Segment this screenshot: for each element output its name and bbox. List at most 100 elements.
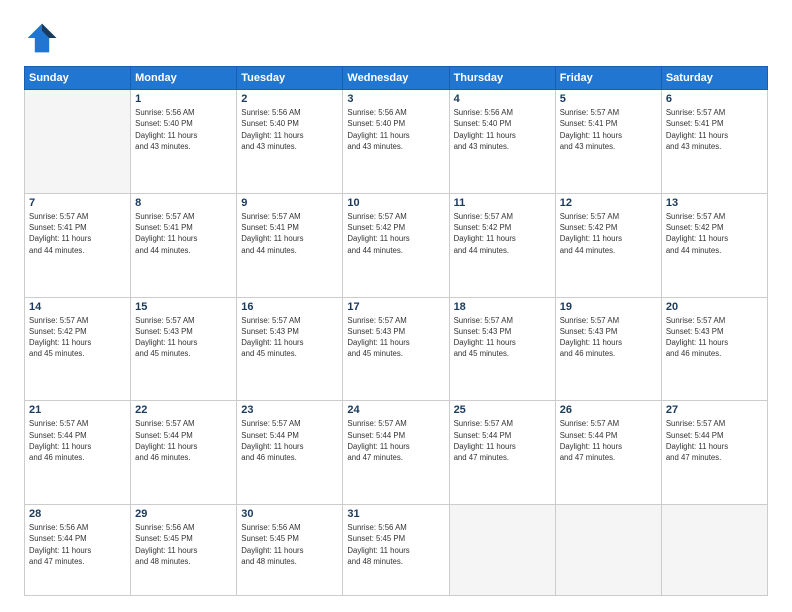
day-info: Sunrise: 5:57 AM Sunset: 5:44 PM Dayligh… (135, 418, 232, 463)
calendar-cell (555, 505, 661, 596)
calendar-cell: 10 Sunrise: 5:57 AM Sunset: 5:42 PM Dayli… (343, 193, 449, 297)
day-number: 26 (560, 404, 657, 416)
calendar-cell: 17 Sunrise: 5:57 AM Sunset: 5:43 PM Dayli… (343, 297, 449, 401)
week-row-1: 1 Sunrise: 5:56 AM Sunset: 5:40 PM Daylig… (25, 90, 768, 194)
calendar-cell: 25 Sunrise: 5:57 AM Sunset: 5:44 PM Dayli… (449, 401, 555, 505)
weekday-header-row: SundayMondayTuesdayWednesdayThursdayFrid… (25, 67, 768, 90)
page: SundayMondayTuesdayWednesdayThursdayFrid… (0, 0, 792, 612)
day-number: 25 (454, 404, 551, 416)
day-number: 12 (560, 197, 657, 209)
day-number: 9 (241, 197, 338, 209)
week-row-5: 28Sunrise: 5:56 AM Sunset: 5:44 PM Dayli… (25, 505, 768, 596)
logo-icon (24, 20, 60, 56)
week-row-2: 7 Sunrise: 5:57 AM Sunset: 5:41 PM Daylig… (25, 193, 768, 297)
day-number: 8 (135, 197, 232, 209)
day-number: 16 (241, 301, 338, 313)
calendar-cell: 1 Sunrise: 5:56 AM Sunset: 5:40 PM Daylig… (131, 90, 237, 194)
calendar-cell: 12 Sunrise: 5:57 AM Sunset: 5:42 PM Dayli… (555, 193, 661, 297)
day-info: Sunrise: 5:56 AM Sunset: 5:40 PM Dayligh… (135, 107, 232, 152)
calendar-cell: 13 Sunrise: 5:57 AM Sunset: 5:42 PM Dayli… (661, 193, 767, 297)
week-row-4: 21 Sunrise: 5:57 AM Sunset: 5:44 PM Dayli… (25, 401, 768, 505)
day-number: 31 (347, 508, 444, 520)
day-info: Sunrise: 5:56 AM Sunset: 5:45 PM Dayligh… (347, 522, 444, 567)
day-info: Sunrise: 5:57 AM Sunset: 5:44 PM Dayligh… (454, 418, 551, 463)
calendar-cell: 2 Sunrise: 5:56 AM Sunset: 5:40 PM Daylig… (237, 90, 343, 194)
calendar-cell: 15 Sunrise: 5:57 AM Sunset: 5:43 PM Dayli… (131, 297, 237, 401)
calendar-cell: 23 Sunrise: 5:57 AM Sunset: 5:44 PM Dayli… (237, 401, 343, 505)
day-info: Sunrise: 5:57 AM Sunset: 5:43 PM Dayligh… (135, 315, 232, 360)
day-number: 2 (241, 93, 338, 105)
weekday-header-monday: Monday (131, 67, 237, 90)
day-number: 14 (29, 301, 126, 313)
day-number: 13 (666, 197, 763, 209)
day-info: Sunrise: 5:56 AM Sunset: 5:40 PM Dayligh… (347, 107, 444, 152)
day-info: Sunrise: 5:56 AM Sunset: 5:44 PM Dayligh… (29, 522, 126, 567)
calendar-cell: 29 Sunrise: 5:56 AM Sunset: 5:45 PM Dayli… (131, 505, 237, 596)
calendar-cell: 22 Sunrise: 5:57 AM Sunset: 5:44 PM Dayli… (131, 401, 237, 505)
day-number: 18 (454, 301, 551, 313)
day-number: 20 (666, 301, 763, 313)
day-info: Sunrise: 5:57 AM Sunset: 5:41 PM Dayligh… (666, 107, 763, 152)
day-number: 22 (135, 404, 232, 416)
day-number: 29 (135, 508, 232, 520)
calendar-cell: 30 Sunrise: 5:56 AM Sunset: 5:45 PM Dayli… (237, 505, 343, 596)
day-info: Sunrise: 5:57 AM Sunset: 5:43 PM Dayligh… (560, 315, 657, 360)
calendar-cell: 21 Sunrise: 5:57 AM Sunset: 5:44 PM Dayli… (25, 401, 131, 505)
day-info: Sunrise: 5:57 AM Sunset: 5:42 PM Dayligh… (347, 211, 444, 256)
day-number: 6 (666, 93, 763, 105)
calendar-cell: 19 Sunrise: 5:57 AM Sunset: 5:43 PM Dayli… (555, 297, 661, 401)
calendar-cell: 11Sunrise: 5:57 AM Sunset: 5:42 PM Dayli… (449, 193, 555, 297)
calendar-cell: 18Sunrise: 5:57 AM Sunset: 5:43 PM Dayli… (449, 297, 555, 401)
day-info: Sunrise: 5:57 AM Sunset: 5:41 PM Dayligh… (29, 211, 126, 256)
day-info: Sunrise: 5:57 AM Sunset: 5:42 PM Dayligh… (666, 211, 763, 256)
calendar-cell (449, 505, 555, 596)
weekday-header-wednesday: Wednesday (343, 67, 449, 90)
day-info: Sunrise: 5:57 AM Sunset: 5:43 PM Dayligh… (241, 315, 338, 360)
day-info: Sunrise: 5:57 AM Sunset: 5:44 PM Dayligh… (347, 418, 444, 463)
calendar-cell (661, 505, 767, 596)
calendar-cell: 20Sunrise: 5:57 AM Sunset: 5:43 PM Dayli… (661, 297, 767, 401)
calendar-cell: 28Sunrise: 5:56 AM Sunset: 5:44 PM Dayli… (25, 505, 131, 596)
day-number: 19 (560, 301, 657, 313)
day-number: 7 (29, 197, 126, 209)
calendar-cell: 3 Sunrise: 5:56 AM Sunset: 5:40 PM Daylig… (343, 90, 449, 194)
day-number: 4 (454, 93, 551, 105)
calendar-cell: 27Sunrise: 5:57 AM Sunset: 5:44 PM Dayli… (661, 401, 767, 505)
day-info: Sunrise: 5:57 AM Sunset: 5:43 PM Dayligh… (347, 315, 444, 360)
calendar-cell: 14 Sunrise: 5:57 AM Sunset: 5:42 PM Dayli… (25, 297, 131, 401)
day-info: Sunrise: 5:57 AM Sunset: 5:44 PM Dayligh… (666, 418, 763, 463)
week-row-3: 14 Sunrise: 5:57 AM Sunset: 5:42 PM Dayli… (25, 297, 768, 401)
weekday-header-sunday: Sunday (25, 67, 131, 90)
calendar-cell: 31 Sunrise: 5:56 AM Sunset: 5:45 PM Dayli… (343, 505, 449, 596)
weekday-header-tuesday: Tuesday (237, 67, 343, 90)
day-info: Sunrise: 5:57 AM Sunset: 5:44 PM Dayligh… (241, 418, 338, 463)
day-number: 10 (347, 197, 444, 209)
calendar-cell: 24 Sunrise: 5:57 AM Sunset: 5:44 PM Dayli… (343, 401, 449, 505)
day-info: Sunrise: 5:56 AM Sunset: 5:45 PM Dayligh… (241, 522, 338, 567)
calendar-cell: 26 Sunrise: 5:57 AM Sunset: 5:44 PM Dayli… (555, 401, 661, 505)
day-info: Sunrise: 5:56 AM Sunset: 5:40 PM Dayligh… (241, 107, 338, 152)
day-number: 24 (347, 404, 444, 416)
day-info: Sunrise: 5:57 AM Sunset: 5:44 PM Dayligh… (29, 418, 126, 463)
day-number: 17 (347, 301, 444, 313)
day-number: 23 (241, 404, 338, 416)
weekday-header-friday: Friday (555, 67, 661, 90)
day-info: Sunrise: 5:56 AM Sunset: 5:45 PM Dayligh… (135, 522, 232, 567)
day-number: 5 (560, 93, 657, 105)
day-info: Sunrise: 5:57 AM Sunset: 5:44 PM Dayligh… (560, 418, 657, 463)
header (24, 20, 768, 56)
day-number: 3 (347, 93, 444, 105)
day-info: Sunrise: 5:57 AM Sunset: 5:42 PM Dayligh… (29, 315, 126, 360)
day-number: 30 (241, 508, 338, 520)
day-number: 1 (135, 93, 232, 105)
day-info: Sunrise: 5:57 AM Sunset: 5:41 PM Dayligh… (241, 211, 338, 256)
day-info: Sunrise: 5:57 AM Sunset: 5:41 PM Dayligh… (135, 211, 232, 256)
calendar-cell: 7 Sunrise: 5:57 AM Sunset: 5:41 PM Daylig… (25, 193, 131, 297)
day-info: Sunrise: 5:57 AM Sunset: 5:42 PM Dayligh… (454, 211, 551, 256)
calendar-cell: 9 Sunrise: 5:57 AM Sunset: 5:41 PM Daylig… (237, 193, 343, 297)
day-number: 15 (135, 301, 232, 313)
day-info: Sunrise: 5:57 AM Sunset: 5:42 PM Dayligh… (560, 211, 657, 256)
weekday-header-thursday: Thursday (449, 67, 555, 90)
day-number: 21 (29, 404, 126, 416)
calendar-cell (25, 90, 131, 194)
